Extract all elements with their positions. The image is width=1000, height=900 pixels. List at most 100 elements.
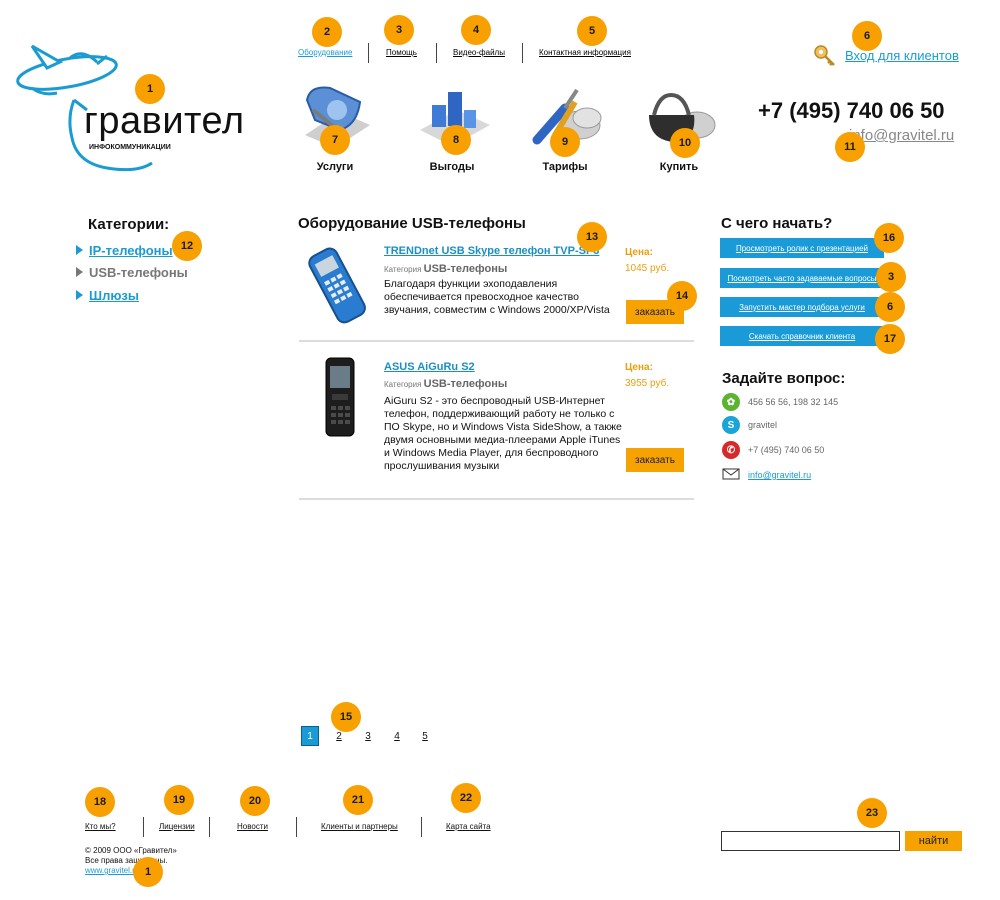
product-image-trendnet[interactable]	[300, 246, 376, 324]
topnav-separator	[368, 43, 369, 63]
footer-separator	[143, 817, 144, 837]
annotation-badge: 9	[550, 127, 580, 157]
logo-subtext: ИНФОКОММУНИКАЦИИ	[89, 144, 171, 151]
annotation-badge: 13	[577, 222, 607, 252]
product-title-trendnet[interactable]: TRENDnet USB Skype телефон TVP-SP3	[384, 245, 599, 257]
watch-presentation-button[interactable]: Просмотреть ролик с презентацией	[720, 238, 884, 258]
product-title-asus[interactable]: ASUS AiGuRu S2	[384, 361, 475, 373]
price-label: Цена:	[625, 247, 653, 258]
product-image-asus[interactable]	[318, 356, 362, 438]
price-value: 3955 руб.	[625, 378, 670, 389]
category-value: USB-телефоны	[423, 378, 508, 390]
category-gateways-label[interactable]: Шлюзы	[89, 288, 139, 303]
divider	[299, 340, 694, 342]
icq-value: 456 56 56, 198 32 145	[748, 397, 839, 407]
annotation-badge: 20	[240, 786, 270, 816]
footer-sitemap[interactable]: Карта сайта	[446, 822, 491, 831]
category-usb-phones[interactable]: USB-телефоны	[76, 265, 188, 280]
product-description-trendnet: Благодаря функции эхоподавления обеспечи…	[384, 278, 610, 316]
footer-licenses[interactable]: Лицензии	[159, 822, 195, 831]
page-title: Оборудование USB-телефоны	[298, 215, 526, 232]
logo-text: гравител	[84, 100, 245, 142]
annotation-badge: 6	[852, 21, 882, 51]
annotation-badge: 2	[312, 17, 342, 47]
phone-value: +7 (495) 740 06 50	[748, 445, 825, 455]
annotation-badge: 10	[670, 128, 700, 158]
product-category-asus: Категория USB-телефоны	[384, 378, 507, 390]
annotation-badge: 3	[384, 15, 414, 45]
phone-row: ✆ +7 (495) 740 06 50	[722, 441, 824, 459]
category-label: Категория	[384, 380, 422, 389]
skype-row: S gravitel	[722, 416, 777, 434]
copyright: © 2009 ООО «Гравител»	[85, 846, 177, 855]
topnav-contacts[interactable]: Контактная информация	[539, 48, 631, 57]
annotation-badge: 23	[857, 798, 887, 828]
triangle-icon	[76, 267, 83, 277]
envelope-icon	[722, 468, 740, 482]
logo[interactable]: гравител ИНФОКОММУНИКАЦИИ	[12, 38, 257, 178]
topnav-separator	[436, 43, 437, 63]
footer-news[interactable]: Новости	[237, 822, 268, 831]
service-wizard-button[interactable]: Запустить мастер подбора услуги	[720, 297, 884, 317]
category-usb-phones-label: USB-телефоны	[89, 265, 188, 280]
product-category-trendnet: Категория USB-телефоны	[384, 263, 507, 275]
annotation-badge: 17	[875, 324, 905, 354]
category-ip-phones[interactable]: IP-телефоны	[76, 243, 173, 258]
triangle-icon	[76, 245, 83, 255]
product-description-asus: AiGuru S2 - это беспроводный USB-Интерне…	[384, 395, 622, 472]
annotation-badge: 7	[320, 125, 350, 155]
category-value: USB-телефоны	[423, 263, 508, 275]
topnav-video[interactable]: Видео-файлы	[453, 48, 505, 57]
page-4[interactable]: 4	[388, 726, 406, 746]
faq-button[interactable]: Посмотреть часто задаваемые вопросы	[720, 268, 884, 288]
page-5[interactable]: 5	[416, 726, 434, 746]
annotation-badge: 14	[667, 281, 697, 311]
page-1[interactable]: 1	[301, 726, 319, 746]
annotation-badge: 16	[874, 223, 904, 253]
mainnav-buy-label: Купить	[659, 161, 699, 173]
mainnav-services-label: Услуги	[316, 161, 354, 173]
download-guide-button[interactable]: Скачать справочник клиента	[720, 326, 884, 346]
footer-clients[interactable]: Клиенты и партнеры	[321, 822, 398, 831]
topnav-equipment[interactable]: Оборудование	[298, 48, 352, 57]
icq-icon: ✿	[722, 393, 740, 411]
annotation-badge: 22	[451, 783, 481, 813]
skype-icon: S	[722, 416, 740, 434]
category-ip-phones-label[interactable]: IP-телефоны	[89, 243, 173, 258]
annotation-badge: 4	[461, 15, 491, 45]
topnav-separator	[522, 43, 523, 63]
email-row[interactable]: info@gravitel.ru	[722, 468, 811, 482]
footer-about[interactable]: Кто мы?	[85, 822, 116, 831]
annotation-badge: 1	[135, 74, 165, 104]
topnav-help[interactable]: Помощь	[386, 48, 417, 57]
mainnav-buy[interactable]: Купить	[634, 80, 724, 173]
key-icon	[813, 44, 837, 68]
email-link[interactable]: info@gravitel.ru	[748, 470, 811, 480]
price-value: 1045 руб.	[625, 263, 670, 274]
start-title: С чего начать?	[721, 215, 833, 232]
annotation-badge: 15	[331, 702, 361, 732]
page-3[interactable]: 3	[359, 726, 377, 746]
footer-site-link[interactable]: www.gravitel.ru	[85, 866, 139, 875]
search-button[interactable]: найти	[905, 831, 962, 851]
header-email[interactable]: info@gravitel.ru	[849, 127, 954, 144]
annotation-badge: 18	[85, 787, 115, 817]
phone-icon: ✆	[722, 441, 740, 459]
ask-title: Задайте вопрос:	[722, 370, 846, 387]
annotation-badge: 6	[875, 292, 905, 322]
skype-value: gravitel	[748, 420, 778, 430]
search-input[interactable]	[721, 831, 900, 851]
category-gateways[interactable]: Шлюзы	[76, 288, 139, 303]
footer-separator	[209, 817, 210, 837]
annotation-badge: 21	[343, 785, 373, 815]
annotation-badge: 3	[876, 262, 906, 292]
header-phone: +7 (495) 740 06 50	[758, 98, 945, 123]
mainnav-benefits-label: Выгоды	[429, 161, 475, 173]
triangle-icon	[76, 290, 83, 300]
footer-separator	[296, 817, 297, 837]
order-button[interactable]: заказать	[626, 448, 684, 472]
categories-title: Категории:	[88, 216, 170, 233]
annotation-badge: 8	[441, 125, 471, 155]
icq-row: ✿ 456 56 56, 198 32 145	[722, 393, 838, 411]
annotation-badge: 1	[133, 857, 163, 887]
